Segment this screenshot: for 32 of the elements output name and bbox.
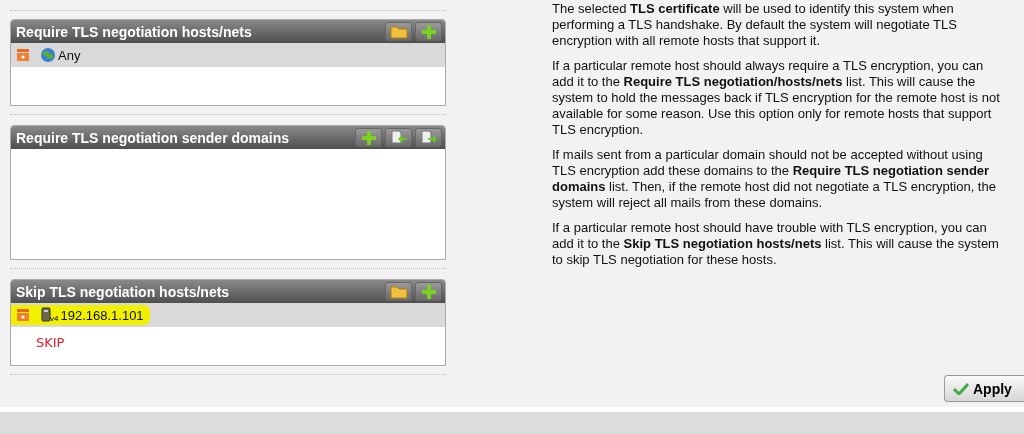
globe-icon (40, 47, 56, 63)
folder-button[interactable] (385, 22, 412, 41)
panel-title: Skip TLS negotiation hosts/nets (16, 283, 231, 300)
folder-icon (389, 24, 408, 39)
apply-button[interactable]: Apply (944, 375, 1024, 402)
help-paragraph: If a particular remote host should always require a TLS encryption, you can add it to the Require TLS negotiation/hosts/nets list. This will cause the system to hold the messages back if TLS encryption for the remote host is not available for some reason. Use this option only for remote hosts that support TLS encryption. (552, 58, 1001, 138)
version-label: v4 (50, 314, 59, 323)
document-arrow-icon (419, 130, 438, 145)
delete-icon[interactable] (16, 308, 30, 322)
add-button[interactable] (415, 22, 442, 41)
plus-icon (421, 24, 436, 39)
delete-icon[interactable] (16, 48, 30, 62)
host-label: 192.168.1.101 (60, 307, 144, 323)
handwritten-note: SKIP (36, 335, 66, 350)
help-paragraph: If a particular remote host should have trouble with TLS encryption, you can add it to the Skip TLS negotiation hosts/nets list. This will cause the system to skip TLS negotiation for these hosts. (552, 220, 1000, 268)
folder-icon (389, 284, 408, 299)
import-button[interactable] (385, 128, 412, 147)
help-paragraph: If mails sent from a particular domain should not be accepted without using TLS encryption add these domains to the Require TLS negotiation sender domains list. Then, if the remote host did not negotiate a TLS encryption, the system will reject all mails from these domains. (552, 147, 997, 211)
help-paragraph: The selected TLS certificate will be used to identify this system when performing a TLS handshake. By default the system will negotiate TLS encryption with all remote hosts that support it. (552, 1, 958, 49)
computer-icon (40, 307, 52, 323)
checkmark-icon (953, 382, 969, 395)
panel-title: Require TLS negotiation sender domains (16, 129, 291, 146)
folder-button[interactable] (385, 282, 412, 301)
host-label: Any (58, 47, 81, 63)
plus-icon (421, 284, 436, 299)
export-button[interactable] (415, 128, 442, 147)
panel-title: Require TLS negotiation hosts/nets (16, 23, 253, 40)
document-arrow-icon (389, 130, 408, 145)
add-button[interactable] (355, 128, 382, 147)
add-button[interactable] (415, 282, 442, 301)
list-row[interactable]: Any (11, 43, 445, 67)
plus-icon (361, 130, 376, 145)
